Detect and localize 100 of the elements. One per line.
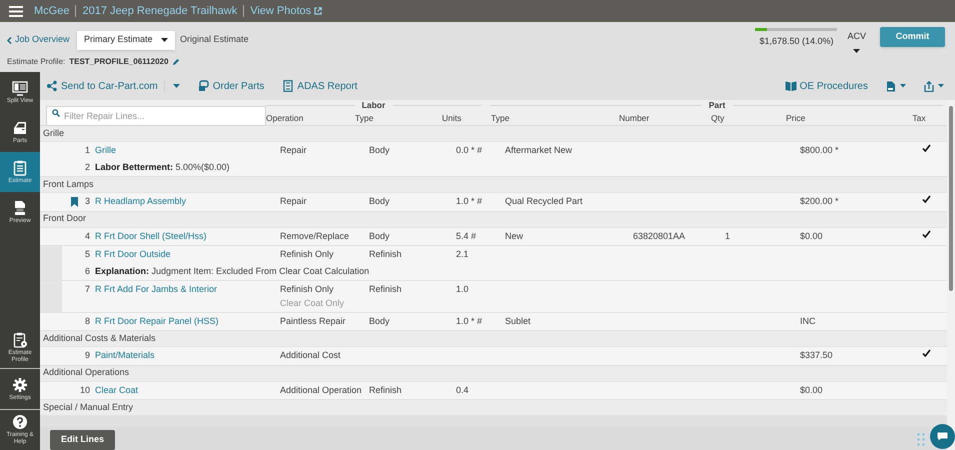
- line-description-link[interactable]: Paint/Materials: [90, 349, 155, 362]
- table-cell-text: 5.4 #: [456, 230, 478, 242]
- drag-handle-icon[interactable]: [917, 433, 925, 446]
- table-cell-text: $337.50: [800, 349, 834, 362]
- table-cell-text: Refinish: [369, 248, 403, 261]
- section-header: Front Lamps: [40, 177, 947, 193]
- pencil-icon[interactable]: [172, 58, 180, 66]
- table-cell-text: 1: [725, 230, 732, 242]
- edit-lines-button[interactable]: Edit Lines: [50, 430, 115, 450]
- table-row[interactable]: 5 R Frt Door Outside Refinish Only Refinish 2.1 6 Explanation: Judgment Item: Excluded From Clear Coat Calculation: [40, 246, 947, 281]
- external-link-icon: [314, 7, 322, 15]
- line-number: 7: [84, 283, 90, 296]
- line-description-link[interactable]: R Frt Door Repair Panel (HSS): [90, 314, 219, 328]
- valuation-dropdown[interactable]: ACV: [847, 30, 866, 52]
- bookmark-icon[interactable]: [70, 196, 78, 207]
- line-description-link[interactable]: Grille: [90, 144, 116, 158]
- table-row[interactable]: 10 Clear Coat Additional Operation Refinish 0.4 $0.00: [40, 382, 947, 400]
- line-description-link[interactable]: R Frt Door Shell (Steel/Hss): [90, 230, 207, 243]
- line-number: 3: [84, 195, 90, 208]
- line-number: 6: [84, 264, 90, 278]
- toolbar-button[interactable]: OE Procedures: [784, 78, 868, 94]
- operation-note: Clear Coat Only: [280, 296, 346, 310]
- search-icon: [52, 108, 60, 116]
- column-header: Type: [491, 112, 510, 125]
- table-cell-text: 1.0 * #: [456, 314, 484, 328]
- table-cell-text: Additional Cost: [280, 349, 342, 362]
- section-header: Additional Operations: [40, 366, 947, 382]
- table-cell-text: $0.00: [800, 384, 824, 396]
- clipboard-icon: [12, 160, 28, 176]
- table-row[interactable]: 9 Paint/Materials Additional Cost $337.50: [40, 347, 947, 366]
- car-door-icon: [12, 120, 28, 136]
- line-number: 5: [84, 248, 90, 261]
- estimate-label: Original Estimate: [180, 33, 249, 46]
- share-icon: [46, 80, 58, 92]
- section-header: Front Door: [40, 212, 947, 228]
- table-cell-text: 2.1: [456, 248, 470, 261]
- column-header: Operation: [266, 112, 304, 125]
- table-cell-text: Refinish Only: [280, 248, 335, 261]
- line-number: 1: [84, 144, 90, 157]
- line-note: Labor Betterment: 5.00%($0.00): [94, 160, 231, 174]
- table-row[interactable]: 1 Grille Repair Body 0.0 * # Aftermarket New $800.00 * 2 Labor Betterment: 5.00%($0.00): [40, 142, 947, 177]
- toolbar-button[interactable]: ADAS Report: [282, 78, 358, 94]
- back-link[interactable]: Job Overview: [7, 33, 77, 47]
- line-description-link[interactable]: Clear Coat: [90, 384, 138, 397]
- section-header: Special / Manual Entry: [40, 400, 947, 416]
- table-cell-text: Qual Recycled Part: [505, 195, 584, 208]
- table-cell-text: Refinish: [369, 384, 403, 396]
- table-cell-text: Repair: [280, 144, 308, 157]
- breadcrumb-link[interactable]: View Photos: [250, 2, 322, 20]
- caret-icon[interactable]: [172, 84, 180, 88]
- table-cell-text: Additional Operation: [280, 384, 363, 397]
- line-description-link[interactable]: R Frt Add For Jambs & Interior: [90, 283, 218, 296]
- line-number: 10: [80, 384, 90, 396]
- column-header: Qty: [711, 112, 726, 125]
- line-description-link[interactable]: R Headlamp Assembly: [90, 195, 186, 208]
- line-number: 8: [84, 314, 90, 328]
- table-cell-text: 0.4: [456, 384, 470, 396]
- table-cell-text: Remove/Replace: [280, 230, 350, 243]
- column-header: Tax: [912, 112, 926, 125]
- table-cell-text: Body: [369, 144, 391, 157]
- caret-icon: [161, 38, 168, 42]
- table-cell-text: INC: [800, 314, 816, 328]
- document-menu-icon[interactable]: [886, 80, 906, 92]
- line-number: 2: [84, 160, 90, 174]
- report-icon: [282, 80, 294, 92]
- chat-icon: [937, 432, 948, 441]
- table-row[interactable]: 7 R Frt Add For Jambs & Interior Refinish Only Clear Coat Only Refinish 1.0: [40, 281, 947, 312]
- export-menu-icon[interactable]: [924, 80, 944, 92]
- table-cell-text: Repair: [280, 195, 308, 208]
- estimate-dropdown[interactable]: Primary Estimate: [77, 30, 175, 50]
- total-amount: $1,678.50 (14.0%): [759, 35, 834, 48]
- clipboard-gear-icon: [12, 332, 28, 348]
- section-header: Grille: [40, 126, 947, 142]
- split-view-icon: [12, 80, 28, 96]
- table-row[interactable]: 3 R Headlamp Assembly Repair Body 1.0 * # Qual Recycled Part $200.00 *: [40, 193, 947, 212]
- table-cell-text: 1.0: [456, 283, 470, 296]
- column-group-header: Part: [708, 99, 726, 112]
- table-row[interactable]: 4 R Frt Door Shell (Steel/Hss) Remove/Replace Body 5.4 # New 63820801AA 1 $0.00: [40, 228, 947, 246]
- table-cell-text: Body: [369, 195, 391, 208]
- breadcrumb-link[interactable]: 2017 Jeep Renegade Trailhawk: [82, 2, 238, 20]
- section-header: Additional Costs & Materials: [40, 331, 947, 347]
- breadcrumb-link[interactable]: McGee: [34, 2, 70, 20]
- commit-button[interactable]: Commit: [880, 27, 945, 47]
- column-header: Units: [442, 112, 462, 125]
- table-cell-text: Body: [369, 314, 391, 328]
- toolbar-button[interactable]: Order Parts: [198, 78, 264, 94]
- menu-icon[interactable]: [9, 6, 23, 16]
- line-description-link[interactable]: R Frt Door Outside: [90, 248, 171, 262]
- table-cell-text: $0.00: [800, 230, 824, 242]
- help-icon: [12, 414, 28, 430]
- table-cell-text: Sublet: [505, 314, 532, 328]
- table-cell-text: Refinish Only: [280, 283, 335, 296]
- table-row[interactable]: 8 R Frt Door Repair Panel (HSS) Paintless Repair Body 1.0 * # Sublet INC: [40, 312, 947, 331]
- toolbar-button[interactable]: Send to Car-Part.com: [46, 78, 158, 94]
- book-icon: [784, 80, 797, 92]
- pdf-icon: [12, 200, 28, 216]
- line-note: Explanation: Judgment Item: Excluded From Clear Coat Calculation: [94, 264, 370, 278]
- table-cell-text: Refinish: [369, 283, 403, 296]
- filter-field[interactable]: Filter Repair Lines...: [46, 106, 266, 126]
- scrollbar[interactable]: [947, 100, 955, 450]
